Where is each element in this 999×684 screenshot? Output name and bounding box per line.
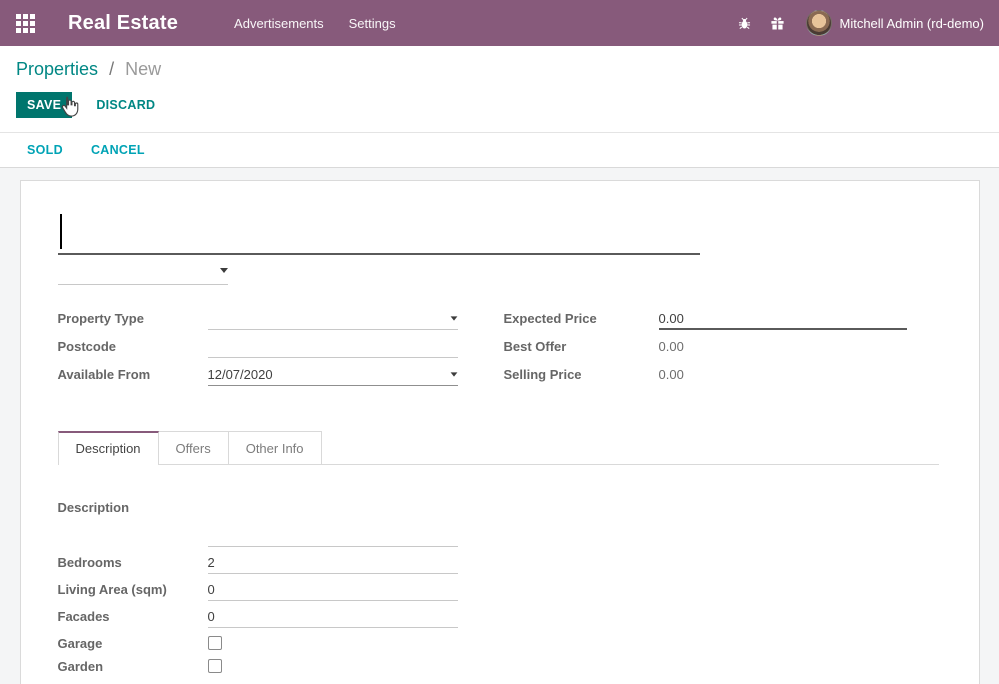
cancel-button[interactable]: CANCEL [91,143,145,157]
garage-row: Garage [58,634,458,651]
postcode-input[interactable] [208,337,458,358]
bedrooms-row: Bedrooms 2 [58,553,458,574]
property-type-label: Property Type [58,309,208,326]
text-cursor [60,214,62,249]
apps-grid-icon[interactable] [15,12,37,34]
navbar-systray: Mitchell Admin (rd-demo) [720,10,985,36]
gift-icon[interactable] [770,15,786,31]
form-sheet: Property Type Postcode Available From [20,180,980,684]
garden-row: Garden [58,657,458,674]
best-offer-row: Best Offer 0.00 [504,337,907,358]
notebook-tabs: Description Offers Other Info [58,430,939,465]
garden-checkbox[interactable] [208,659,222,673]
user-menu[interactable]: Mitchell Admin (rd-demo) [840,16,985,31]
chevron-down-icon [220,268,228,273]
expected-price-row: Expected Price 0.00 [504,309,907,330]
facades-label: Facades [58,607,208,624]
main-menu: Advertisements Settings [234,16,396,31]
living-area-value: 0 [208,582,215,597]
tab-other-info[interactable]: Other Info [228,431,322,465]
property-type-select[interactable] [208,309,458,330]
form-buttons: SAVE DISCARD [16,92,983,118]
chevron-down-icon [450,316,457,320]
breadcrumb: Properties / New [16,59,983,80]
top-navbar: Real Estate Advertisements Settings [0,0,999,46]
selling-price-value: 0.00 [659,365,907,386]
app-title[interactable]: Real Estate [68,12,178,35]
facades-row: Facades 0 [58,607,458,628]
field-groups: Property Type Postcode Available From [58,309,939,393]
description-label: Description [58,498,208,515]
garden-label: Garden [58,657,208,674]
tab-description[interactable]: Description [58,431,159,465]
bedrooms-label: Bedrooms [58,553,208,570]
living-area-row: Living Area (sqm) 0 [58,580,458,601]
facades-value: 0 [208,609,215,624]
property-title-input[interactable] [58,211,700,255]
property-tags-input[interactable] [58,264,228,285]
breadcrumb-separator: / [109,59,114,79]
tab-description-content: Description Bedrooms 2 Living Area (sqm)… [58,465,939,684]
property-type-row: Property Type [58,309,458,330]
postcode-row: Postcode [58,337,458,358]
right-field-group: Expected Price 0.00 Best Offer 0.00 Sell… [504,309,907,393]
bedrooms-input[interactable]: 2 [208,553,458,574]
garage-label: Garage [58,634,208,651]
available-from-row: Available From 12/07/2020 [58,365,458,386]
tab-offers[interactable]: Offers [158,431,229,465]
best-offer-label: Best Offer [504,337,659,354]
garden-area-input[interactable]: 0 [208,680,458,684]
best-offer-value: 0.00 [659,337,907,358]
expected-price-input[interactable]: 0.00 [659,309,907,330]
selling-price-row: Selling Price 0.00 [504,365,907,386]
garden-area-label: Garden Area (sqm) [58,680,208,684]
breadcrumb-current: New [125,59,161,79]
expected-price-value: 0.00 [659,311,684,326]
chevron-down-icon [450,372,457,376]
user-avatar[interactable] [806,10,832,36]
selling-price-label: Selling Price [504,365,659,382]
form-statusbar: SOLD CANCEL [0,133,999,168]
living-area-input[interactable]: 0 [208,580,458,601]
discard-button[interactable]: DISCARD [96,98,155,112]
bug-icon[interactable] [737,15,753,31]
save-button[interactable]: SAVE [16,92,72,118]
postcode-label: Postcode [58,337,208,354]
garage-checkbox[interactable] [208,636,222,650]
left-field-group: Property Type Postcode Available From [58,309,458,393]
description-input[interactable] [208,498,458,547]
living-area-label: Living Area (sqm) [58,580,208,597]
garden-area-row: Garden Area (sqm) 0 [58,680,458,684]
available-from-label: Available From [58,365,208,382]
available-from-datepicker[interactable]: 12/07/2020 [208,365,458,386]
facades-input[interactable]: 0 [208,607,458,628]
bedrooms-value: 2 [208,555,215,570]
available-from-value: 12/07/2020 [208,367,273,382]
form-view: Property Type Postcode Available From [0,168,999,684]
breadcrumb-properties-link[interactable]: Properties [16,59,98,79]
sold-button[interactable]: SOLD [27,143,63,157]
control-panel: Properties / New SAVE DISCARD [0,46,999,133]
description-row: Description [58,498,458,547]
menu-settings[interactable]: Settings [349,16,396,31]
menu-advertisements[interactable]: Advertisements [234,16,324,31]
expected-price-label: Expected Price [504,309,659,326]
